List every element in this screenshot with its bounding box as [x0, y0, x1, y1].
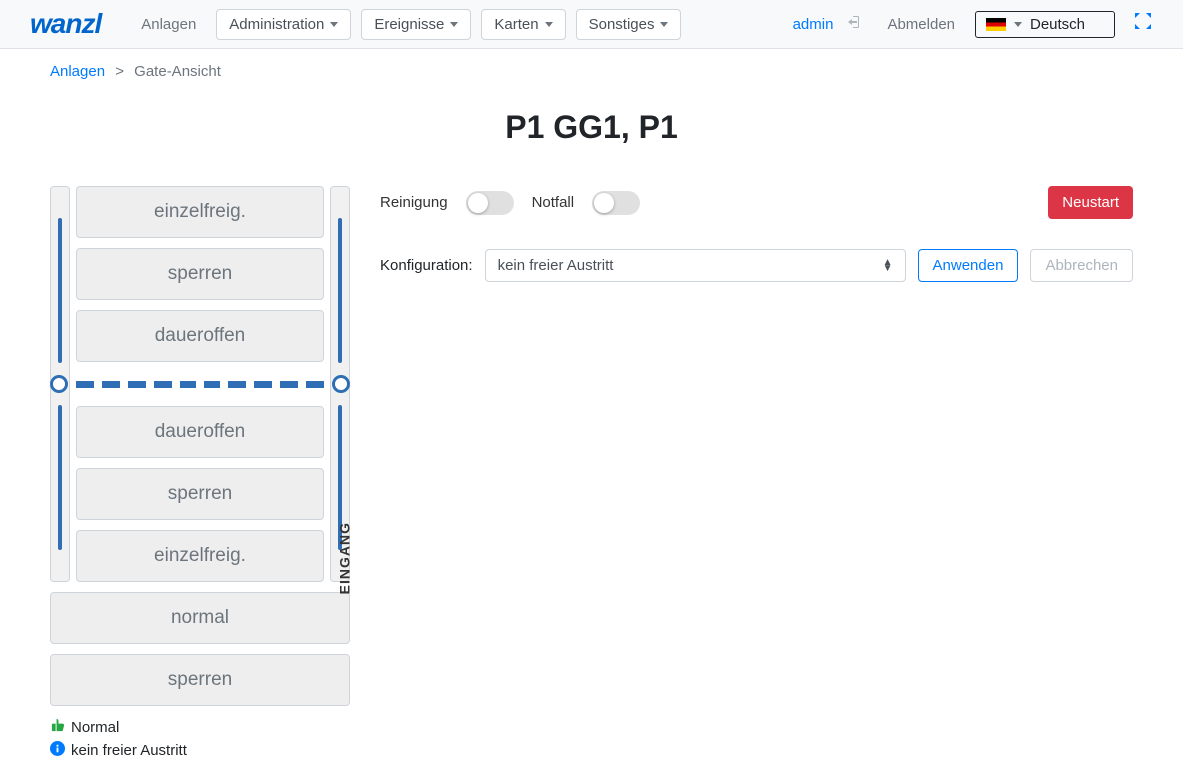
barrier-arm-right — [204, 381, 324, 388]
caret-down-icon — [1014, 22, 1022, 27]
main-content: einzelfreig. sperren daueroffen daueroff… — [0, 186, 1183, 764]
toggle-knob — [468, 193, 488, 213]
anwenden-button[interactable]: Anwenden — [918, 249, 1019, 282]
nav-anlagen[interactable]: Anlagen — [131, 10, 206, 39]
gate-panel: einzelfreig. sperren daueroffen daueroff… — [50, 186, 350, 764]
caret-down-icon — [330, 22, 338, 27]
config-label: Konfiguration: — [380, 257, 473, 274]
caret-down-icon — [450, 22, 458, 27]
breadcrumb-root[interactable]: Anlagen — [50, 63, 105, 80]
top-header: wanzl Anlagen Administration Ereignisse … — [0, 0, 1183, 49]
nav-karten-dropdown[interactable]: Karten — [481, 9, 565, 40]
toggle-knob — [594, 193, 614, 213]
flag-de-icon — [986, 18, 1006, 31]
breadcrumb: Anlagen > Gate-Ansicht — [0, 49, 1183, 94]
gate-btn-sperren-bottom[interactable]: sperren — [76, 468, 324, 520]
gate-btn-einzelfreig-top[interactable]: einzelfreig. — [76, 186, 324, 238]
nav-administration-label: Administration — [229, 16, 324, 33]
gate-btn-daueroffen-bottom[interactable]: daueroffen — [76, 406, 324, 458]
reinigung-label: Reinigung — [380, 194, 448, 211]
language-label: Deutsch — [1030, 16, 1085, 33]
nav-ereignisse-dropdown[interactable]: Ereignisse — [361, 9, 471, 40]
abbrechen-button[interactable]: Abbrechen — [1030, 249, 1133, 282]
gate-btn-einzelfreig-bottom[interactable]: einzelfreig. — [76, 530, 324, 582]
nav-sonstiges-dropdown[interactable]: Sonstiges — [576, 9, 682, 40]
post-bar — [58, 218, 62, 363]
barrier-arm-left — [76, 381, 196, 388]
status-normal-text: Normal — [71, 719, 119, 736]
nav-administration-dropdown[interactable]: Administration — [216, 9, 351, 40]
config-row: Konfiguration: kein freier Austritt ▲▼ A… — [380, 249, 1133, 282]
gate-center: einzelfreig. sperren daueroffen daueroff… — [76, 186, 324, 582]
gate-barrier — [50, 374, 350, 394]
caret-down-icon — [545, 22, 553, 27]
thumbs-up-icon — [50, 718, 65, 737]
logout-link[interactable]: Abmelden — [877, 10, 965, 39]
gate-btn-sperren-wide[interactable]: sperren — [50, 654, 350, 706]
gate-diagram: einzelfreig. sperren daueroffen daueroff… — [50, 186, 350, 582]
nav-sonstiges-label: Sonstiges — [589, 16, 655, 33]
post-bar — [338, 218, 342, 363]
breadcrumb-current: Gate-Ansicht — [134, 63, 221, 80]
barrier-hinge-left — [50, 375, 68, 393]
language-select[interactable]: Deutsch — [975, 11, 1115, 38]
post-bar — [58, 405, 62, 550]
status-normal: Normal — [50, 718, 350, 737]
fullscreen-icon[interactable] — [1133, 11, 1153, 37]
select-arrows-icon: ▲▼ — [883, 260, 893, 272]
config-select[interactable]: kein freier Austritt ▲▼ — [485, 249, 906, 282]
config-value: kein freier Austritt — [498, 257, 614, 274]
breadcrumb-sep: > — [115, 63, 124, 80]
neustart-button[interactable]: Neustart — [1048, 186, 1133, 219]
caret-down-icon — [660, 22, 668, 27]
admin-link[interactable]: admin — [793, 16, 834, 33]
nav-karten-label: Karten — [494, 16, 538, 33]
nav-ereignisse-label: Ereignisse — [374, 16, 444, 33]
logout-icon[interactable] — [847, 14, 863, 35]
reinigung-toggle[interactable] — [466, 191, 514, 215]
notfall-toggle[interactable] — [592, 191, 640, 215]
gate-btn-normal[interactable]: normal — [50, 592, 350, 644]
controls-panel: Reinigung Notfall Neustart Konfiguration… — [380, 186, 1133, 764]
status-info-text: kein freier Austritt — [71, 742, 187, 759]
toggle-row: Reinigung Notfall Neustart — [380, 186, 1133, 219]
info-icon — [50, 741, 65, 760]
gate-btn-daueroffen-top[interactable]: daueroffen — [76, 310, 324, 362]
status-info: kein freier Austritt — [50, 741, 350, 760]
page-title: P1 GG1, P1 — [0, 109, 1183, 146]
gate-wide-buttons: normal sperren — [50, 592, 350, 706]
notfall-label: Notfall — [532, 194, 575, 211]
logo: wanzl — [30, 8, 101, 40]
gate-btn-sperren-top[interactable]: sperren — [76, 248, 324, 300]
eingang-label: EINGANG — [336, 522, 352, 594]
barrier-hinge-right — [332, 375, 350, 393]
